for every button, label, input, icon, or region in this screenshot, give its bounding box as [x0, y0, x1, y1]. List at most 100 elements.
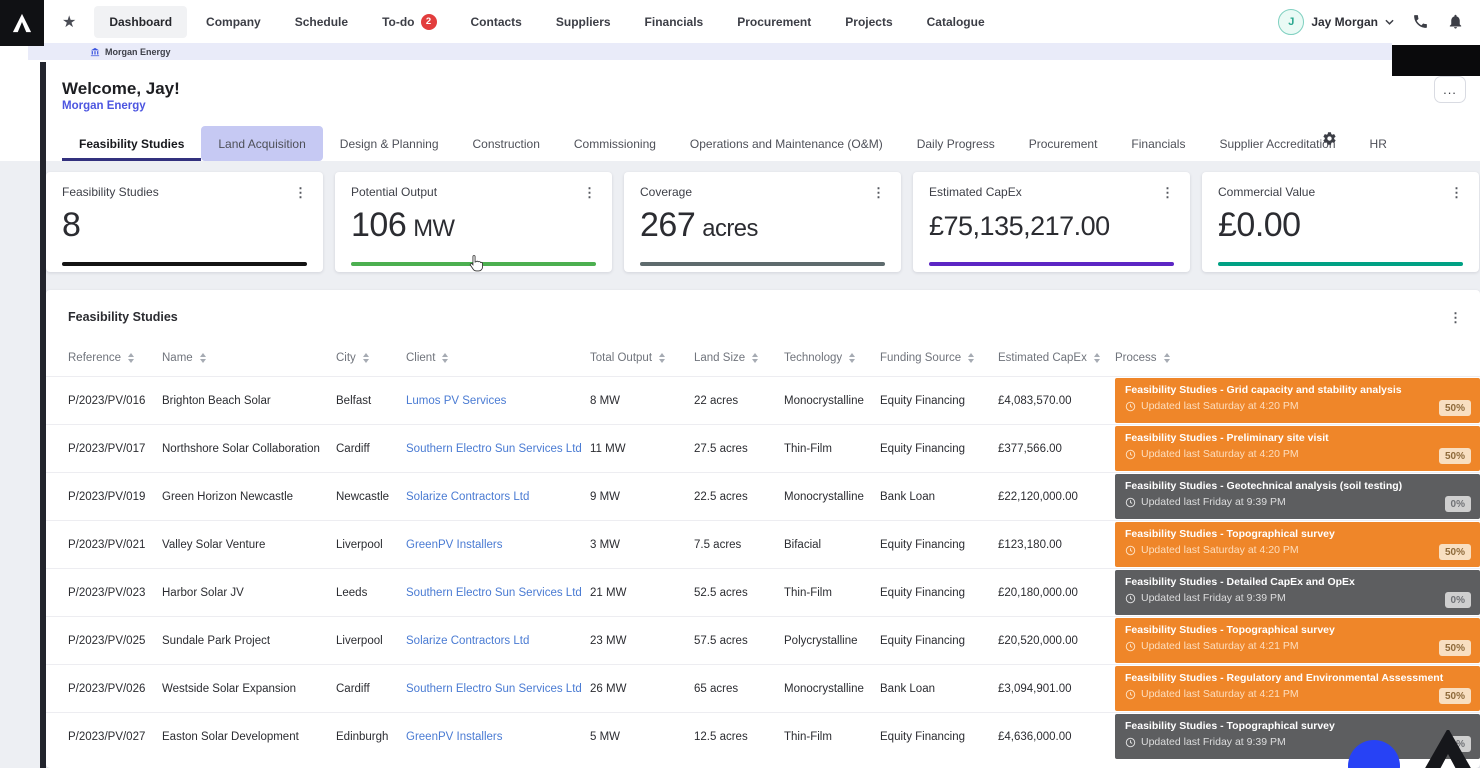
table-row[interactable]: P/2023/PV/019 Green Horizon Newcastle Ne… — [46, 472, 1480, 520]
process-badge[interactable]: Feasibility Studies - Topographical surv… — [1115, 522, 1480, 567]
cell-process: Feasibility Studies - Preliminary site v… — [1115, 425, 1480, 472]
kpi-label: Coverage — [640, 185, 692, 199]
kpi-unit: acres — [702, 215, 758, 242]
nav-item[interactable]: Financials — [630, 6, 719, 38]
cell-client-link[interactable]: Lumos PV Services — [406, 395, 590, 407]
tab[interactable]: Construction — [456, 126, 557, 161]
tab[interactable]: Procurement — [1012, 126, 1115, 161]
cell-funding-source: Equity Financing — [880, 539, 998, 551]
sort-icon — [849, 353, 855, 363]
kebab-menu-icon[interactable]: ⋮ — [294, 186, 307, 199]
app-logo[interactable] — [0, 0, 44, 46]
table-row[interactable]: P/2023/PV/016 Brighton Beach Solar Belfa… — [46, 376, 1480, 424]
kebab-menu-icon[interactable]: ⋮ — [1450, 186, 1463, 199]
column-header[interactable]: Total Output — [590, 352, 694, 364]
column-header[interactable]: Client — [406, 352, 590, 364]
favorite-star-icon[interactable]: ★ — [62, 12, 76, 32]
cell-client-link[interactable]: Southern Electro Sun Services Ltd — [406, 443, 590, 455]
cell-total-output: 8 MW — [590, 395, 694, 407]
process-badge[interactable]: Feasibility Studies - Grid capacity and … — [1115, 378, 1480, 423]
column-header[interactable]: Process — [1115, 352, 1480, 364]
cell-technology: Thin-Film — [784, 587, 880, 599]
table-row[interactable]: P/2023/PV/027 Easton Solar Development E… — [46, 712, 1480, 760]
table-row[interactable]: P/2023/PV/023 Harbor Solar JV Leeds Sout… — [46, 568, 1480, 616]
phone-icon[interactable] — [1412, 13, 1429, 30]
process-badge[interactable]: Feasibility Studies - Detailed CapEx and… — [1115, 570, 1480, 615]
process-badge[interactable]: Feasibility Studies - Regulatory and Env… — [1115, 666, 1480, 711]
cell-reference: P/2023/PV/017 — [68, 443, 162, 455]
process-badge[interactable]: Feasibility Studies - Geotechnical analy… — [1115, 474, 1480, 519]
clock-icon — [1125, 449, 1136, 460]
table-row[interactable]: P/2023/PV/021 Valley Solar Venture Liver… — [46, 520, 1480, 568]
column-header[interactable]: Estimated CapEx — [998, 352, 1115, 364]
tab[interactable]: Financials — [1114, 126, 1202, 161]
column-header[interactable]: Technology — [784, 352, 880, 364]
cell-client-link[interactable]: Southern Electro Sun Services Ltd — [406, 683, 590, 695]
kebab-menu-icon[interactable]: ⋮ — [1161, 186, 1174, 199]
bell-icon[interactable] — [1447, 13, 1464, 30]
column-header[interactable]: Land Size — [694, 352, 784, 364]
process-badge[interactable]: Feasibility Studies - Preliminary site v… — [1115, 426, 1480, 471]
nav-item[interactable]: Catalogue — [912, 6, 1000, 38]
tab[interactable]: Design & Planning — [323, 126, 456, 161]
cell-client-link[interactable]: GreenPV Installers — [406, 539, 590, 551]
cell-city: Liverpool — [336, 635, 406, 647]
process-updated: Updated last Saturday at 4:20 PM — [1125, 448, 1470, 460]
tab[interactable]: HR — [1353, 126, 1404, 161]
table-row[interactable]: P/2023/PV/017 Northshore Solar Collabora… — [46, 424, 1480, 472]
process-title: Feasibility Studies - Preliminary site v… — [1125, 432, 1470, 444]
cell-city: Edinburgh — [336, 731, 406, 743]
cell-name: Northshore Solar Collaboration — [162, 443, 336, 455]
breadcrumb-company: Morgan Energy — [105, 47, 171, 57]
tab[interactable]: Feasibility Studies — [62, 126, 201, 161]
nav-item[interactable]: Procurement — [722, 6, 826, 38]
column-header[interactable]: Reference — [68, 352, 162, 364]
tab[interactable]: Daily Progress — [900, 126, 1012, 161]
nav-item[interactable]: To-do 2 — [367, 5, 451, 39]
nav-item[interactable]: Company — [191, 6, 276, 38]
tabs-settings-gear-icon[interactable] — [1308, 131, 1351, 146]
more-options-button[interactable]: ... — [1434, 76, 1466, 103]
process-badge[interactable]: Feasibility Studies - Topographical surv… — [1115, 618, 1480, 663]
cell-process: Feasibility Studies - Grid capacity and … — [1115, 377, 1480, 424]
page-title: Welcome, Jay! — [62, 79, 180, 99]
tab-label: Land Acquisition — [218, 137, 305, 151]
cell-client-link[interactable]: Southern Electro Sun Services Ltd — [406, 587, 590, 599]
table-row[interactable]: P/2023/PV/025 Sundale Park Project Liver… — [46, 616, 1480, 664]
nav-item-label: Catalogue — [927, 15, 985, 29]
tab-label: Financials — [1131, 137, 1185, 151]
cell-technology: Monocrystalline — [784, 491, 880, 503]
company-link[interactable]: Morgan Energy — [62, 100, 146, 112]
kebab-menu-icon[interactable]: ⋮ — [872, 186, 885, 199]
nav-item[interactable]: Suppliers — [541, 6, 626, 38]
cell-land-size: 57.5 acres — [694, 635, 784, 647]
kebab-menu-icon[interactable]: ⋮ — [583, 186, 596, 199]
kpi-value: £0.00 — [1218, 206, 1463, 245]
table-kebab-menu-icon[interactable]: ⋮ — [1449, 311, 1462, 324]
nav-right-cluster: J Jay Morgan — [1278, 0, 1464, 43]
clock-icon — [1125, 497, 1136, 508]
cell-process: Feasibility Studies - Detailed CapEx and… — [1115, 569, 1480, 616]
table-row[interactable]: P/2023/PV/026 Westside Solar Expansion C… — [46, 664, 1480, 712]
nav-item[interactable]: Projects — [830, 6, 907, 38]
kpi-label: Estimated CapEx — [929, 185, 1022, 199]
column-header[interactable]: Name — [162, 352, 336, 364]
nav-item[interactable]: Dashboard — [94, 6, 187, 38]
cell-client-link[interactable]: Solarize Contractors Ltd — [406, 635, 590, 647]
nav-item[interactable]: Contacts — [456, 6, 537, 38]
cell-name: Easton Solar Development — [162, 731, 336, 743]
cell-total-output: 11 MW — [590, 443, 694, 455]
nav-item[interactable]: Schedule — [280, 6, 363, 38]
user-menu[interactable]: J Jay Morgan — [1278, 9, 1394, 35]
tab[interactable]: Commissioning — [557, 126, 673, 161]
cell-client-link[interactable]: Solarize Contractors Ltd — [406, 491, 590, 503]
sort-icon — [1094, 353, 1100, 363]
cell-technology: Polycrystalline — [784, 635, 880, 647]
tab[interactable]: Land Acquisition — [201, 126, 322, 161]
column-header[interactable]: City — [336, 352, 406, 364]
breadcrumb[interactable]: Morgan Energy — [90, 47, 171, 57]
cell-client-link[interactable]: GreenPV Installers — [406, 731, 590, 743]
tab[interactable]: Operations and Maintenance (O&M) — [673, 126, 900, 161]
cell-funding-source: Bank Loan — [880, 491, 998, 503]
column-header[interactable]: Funding Source — [880, 352, 998, 364]
